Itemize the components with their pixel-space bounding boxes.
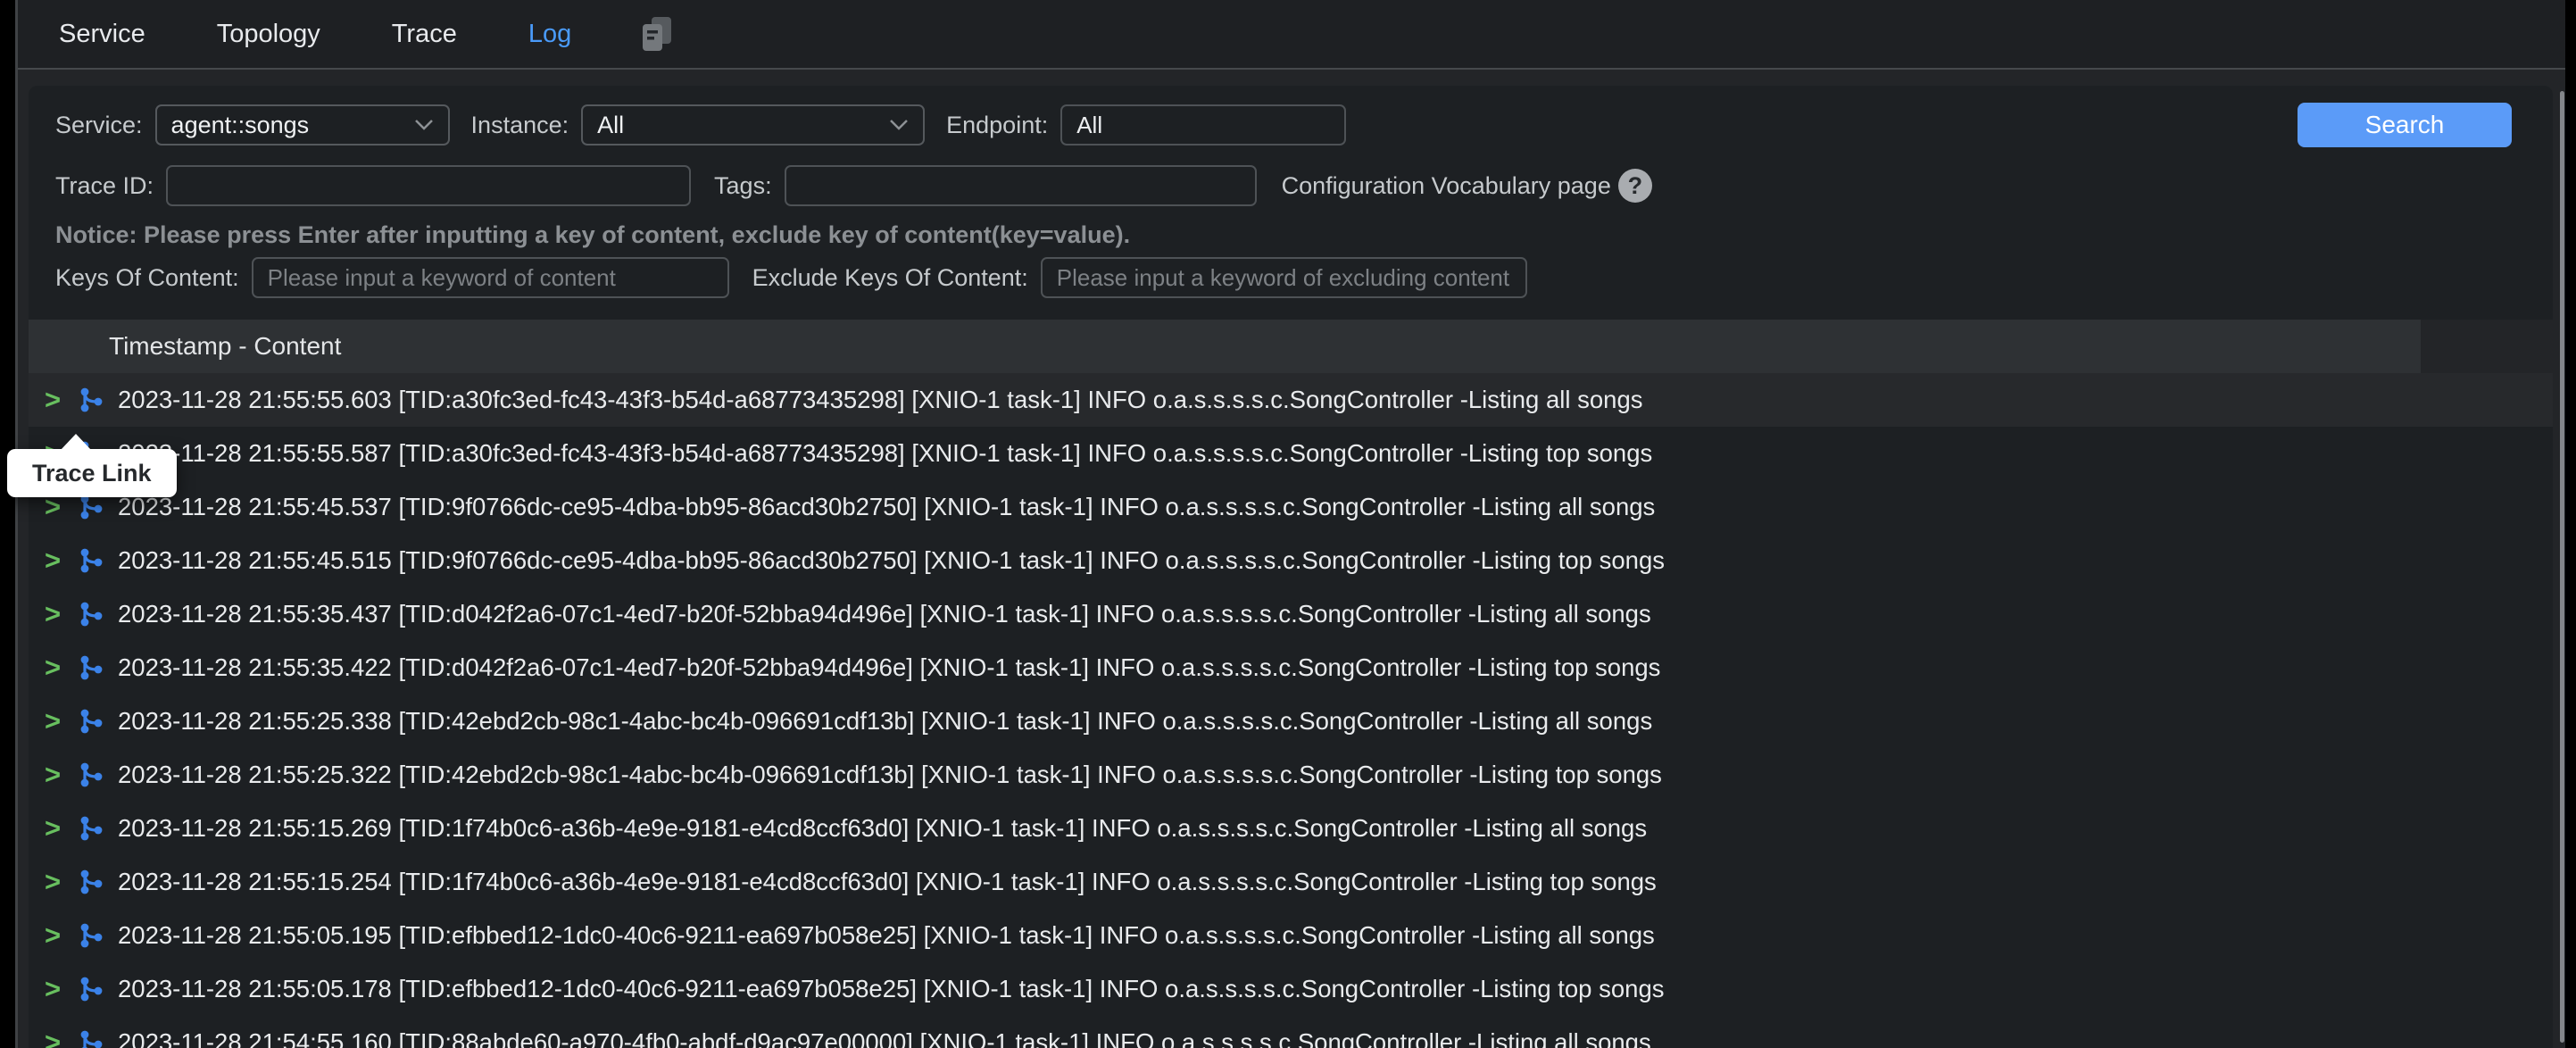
tags-input[interactable] [785,165,1257,206]
log-text: 2023-11-28 21:54:55.160 [TID:88abde60-a9… [118,1028,1651,1048]
exclude-keys-label: Exclude Keys Of Content: [752,264,1028,292]
log-row[interactable]: > 2023-11-28 21:55:05.195 [TID:efbbed12-… [29,909,2553,962]
notice-text: Notice: Please press Enter after inputti… [29,221,2553,248]
trace-link-icon[interactable] [79,1028,104,1048]
log-text: 2023-11-28 21:55:45.515 [TID:9f0766dc-ce… [118,546,1665,575]
log-table-header: Timestamp - Content [29,320,2553,373]
service-select[interactable]: agent::songs [155,104,450,146]
log-row[interactable]: > 2023-11-28 21:55:25.322 [TID:42ebd2cb-… [29,748,2553,802]
filter-row-trace: Trace ID: Tags: Configuration Vocabulary… [29,164,2553,207]
expand-arrow-icon[interactable]: > [45,866,77,898]
log-row[interactable]: > 2023-11-28 21:54:55.160 [TID:88abde60-… [29,1016,2553,1048]
app-window: Service Topology Trace Log Service: agen… [15,0,2565,1048]
expand-arrow-icon[interactable]: > [45,652,77,684]
log-text: 2023-11-28 21:55:45.537 [TID:9f0766dc-ce… [118,493,1655,521]
expand-arrow-icon[interactable]: > [45,705,77,737]
log-row[interactable]: > 2023-11-28 21:55:15.254 [TID:1f74b0c6-… [29,855,2553,909]
endpoint-input[interactable] [1060,104,1346,146]
tooltip-text: Trace Link [32,460,152,487]
tab-trace[interactable]: Trace [392,20,457,49]
log-row[interactable]: > 2023-11-28 21:55:25.338 [TID:42ebd2cb-… [29,695,2553,748]
log-panel: Service: agent::songs Instance: All Endp… [29,86,2553,1048]
log-row[interactable]: > 2023-11-28 21:55:55.603 [TID:a30fc3ed-… [29,373,2553,427]
expand-arrow-icon[interactable]: > [45,1027,77,1048]
trace-link-icon[interactable] [79,814,104,843]
keys-of-content-input[interactable] [252,257,729,298]
trace-link-tooltip: Trace Link [7,449,177,497]
log-text: 2023-11-28 21:55:35.422 [TID:d042f2a6-07… [118,653,1660,682]
copy-icon[interactable] [637,13,677,54]
instance-label: Instance: [471,112,569,139]
vertical-scrollbar[interactable] [2560,91,2564,1043]
log-text: 2023-11-28 21:55:55.587 [TID:a30fc3ed-fc… [118,439,1652,468]
top-navbar: Service Topology Trace Log [18,0,2565,70]
trace-id-input[interactable] [166,165,691,206]
trace-link-icon[interactable] [79,975,104,1003]
log-row[interactable]: > 2023-11-28 21:55:35.422 [TID:d042f2a6-… [29,641,2553,695]
trace-link-icon[interactable] [79,600,104,628]
trace-link-icon[interactable] [79,921,104,950]
tab-service[interactable]: Service [59,20,145,49]
tags-label: Tags: [714,172,772,200]
vocabulary-page-link[interactable]: Configuration Vocabulary page [1282,172,1611,200]
expand-arrow-icon[interactable]: > [45,973,77,1005]
tab-log[interactable]: Log [528,20,571,49]
log-rows-list: > 2023-11-28 21:55:55.603 [TID:a30fc3ed-… [29,373,2553,1048]
expand-arrow-icon[interactable]: > [45,545,77,577]
expand-arrow-icon[interactable]: > [45,919,77,952]
service-select-value: agent::songs [171,112,310,139]
help-icon[interactable]: ? [1618,169,1652,203]
keys-of-content-label: Keys Of Content: [55,264,239,292]
log-row[interactable]: > 2023-11-28 21:55:45.537 [TID:9f0766dc-… [29,480,2553,534]
chevron-down-icon [414,119,434,131]
tab-topology[interactable]: Topology [217,20,320,49]
expand-arrow-icon[interactable]: > [45,812,77,844]
filter-row-service: Service: agent::songs Instance: All Endp… [29,104,2553,146]
log-row[interactable]: > 2023-11-28 21:55:45.515 [TID:9f0766dc-… [29,534,2553,587]
trace-link-icon[interactable] [79,546,104,575]
search-button[interactable]: Search [2298,103,2512,147]
filter-row-keys: Keys Of Content: Exclude Keys Of Content… [29,257,2553,298]
log-row[interactable]: > 2023-11-28 21:55:05.178 [TID:efbbed12-… [29,962,2553,1016]
log-text: 2023-11-28 21:55:55.603 [TID:a30fc3ed-fc… [118,386,1643,414]
trace-link-icon[interactable] [79,707,104,736]
trace-link-icon[interactable] [79,653,104,682]
log-text: 2023-11-28 21:55:35.437 [TID:d042f2a6-07… [118,600,1651,628]
trace-link-icon[interactable] [79,761,104,789]
log-row[interactable]: > 2023-11-28 21:55:55.587 [TID:a30fc3ed-… [29,427,2553,480]
log-text: 2023-11-28 21:55:05.178 [TID:efbbed12-1d… [118,975,1665,1003]
log-text: 2023-11-28 21:55:15.269 [TID:1f74b0c6-a3… [118,814,1647,843]
expand-arrow-icon[interactable]: > [45,384,77,416]
trace-link-icon[interactable] [79,868,104,896]
log-row[interactable]: > 2023-11-28 21:55:35.437 [TID:d042f2a6-… [29,587,2553,641]
instance-select[interactable]: All [581,104,925,146]
instance-select-value: All [597,112,624,139]
table-header-spacer [2421,320,2553,373]
tooltip-arrow [61,434,91,450]
expand-arrow-icon[interactable]: > [45,759,77,791]
service-label: Service: [55,112,143,139]
chevron-down-icon [889,119,909,131]
log-text: 2023-11-28 21:55:15.254 [TID:1f74b0c6-a3… [118,868,1657,896]
timestamp-content-header: Timestamp - Content [109,332,341,361]
exclude-keys-input[interactable] [1041,257,1527,298]
trace-id-label: Trace ID: [55,172,154,200]
log-text: 2023-11-28 21:55:05.195 [TID:efbbed12-1d… [118,921,1655,950]
log-text: 2023-11-28 21:55:25.338 [TID:42ebd2cb-98… [118,707,1652,736]
expand-arrow-icon[interactable]: > [45,598,77,630]
log-row[interactable]: > 2023-11-28 21:55:15.269 [TID:1f74b0c6-… [29,802,2553,855]
trace-link-icon[interactable] [79,386,104,414]
endpoint-label: Endpoint: [946,112,1048,139]
log-text: 2023-11-28 21:55:25.322 [TID:42ebd2cb-98… [118,761,1662,789]
